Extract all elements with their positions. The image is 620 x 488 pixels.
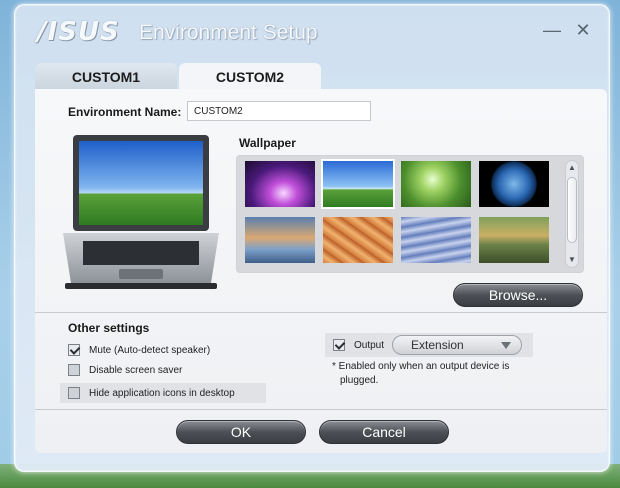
wallpaper-label: Wallpaper bbox=[239, 136, 296, 150]
output-note-line2: plugged. bbox=[340, 375, 379, 386]
environment-setup-window: /ISUS Environment Setup — ✕ CUSTOM1 CUST… bbox=[14, 4, 610, 472]
ok-button[interactable]: OK bbox=[176, 420, 306, 444]
environment-name-input[interactable] bbox=[187, 101, 371, 121]
tab-bar: CUSTOM1 CUSTOM2 bbox=[35, 63, 323, 91]
wallpaper-thumb-green-field[interactable] bbox=[321, 159, 395, 209]
wallpaper-thumb-temple[interactable] bbox=[479, 217, 549, 263]
output-note-line1: * Enabled only when an output device is bbox=[332, 361, 510, 372]
browse-button[interactable]: Browse... bbox=[453, 283, 583, 307]
wallpaper-thumb-purple-aurora[interactable] bbox=[245, 161, 315, 207]
mute-option[interactable]: Mute (Auto-detect speaker) bbox=[68, 340, 210, 360]
scroll-thumb[interactable] bbox=[567, 177, 577, 243]
tab-custom2[interactable]: CUSTOM2 bbox=[179, 63, 321, 91]
laptop-preview bbox=[63, 135, 219, 289]
output-note: * Enabled only when an output device is … bbox=[332, 360, 542, 388]
scroll-up-icon[interactable]: ▲ bbox=[566, 162, 578, 174]
wallpaper-thumb-blue-orange[interactable] bbox=[245, 217, 315, 263]
gallery-scrollbar[interactable]: ▲ ▼ bbox=[565, 160, 579, 268]
hide-icons-label: Hide application icons in desktop bbox=[89, 387, 235, 399]
tab-panel: Environment Name: CUSTOM2 Wallpaper ▲ ▼ … bbox=[35, 89, 607, 453]
divider bbox=[35, 312, 607, 313]
wallpaper-thumb-earth[interactable] bbox=[479, 161, 549, 207]
wallpaper-gallery: ▲ ▼ bbox=[236, 155, 584, 273]
mute-label: Mute (Auto-detect speaker) bbox=[89, 344, 211, 356]
divider-bottom bbox=[35, 409, 607, 410]
cancel-button[interactable]: Cancel bbox=[319, 420, 449, 444]
minimize-button[interactable]: — bbox=[543, 21, 561, 39]
mute-checkbox[interactable] bbox=[68, 344, 80, 356]
asus-logo: /ISUS bbox=[37, 17, 120, 47]
wallpaper-thumb-desert[interactable] bbox=[323, 217, 393, 263]
output-option: Output Extension bbox=[325, 333, 533, 357]
output-checkbox[interactable] bbox=[333, 339, 345, 351]
title-bar[interactable]: /ISUS Environment Setup — ✕ bbox=[15, 5, 611, 59]
hide-icons-option[interactable]: Hide application icons in desktop bbox=[60, 383, 266, 403]
disable-screensaver-label: Disable screen saver bbox=[89, 364, 183, 376]
close-button[interactable]: ✕ bbox=[574, 21, 592, 39]
scroll-down-icon[interactable]: ▼ bbox=[566, 254, 578, 266]
tab-custom1[interactable]: CUSTOM1 bbox=[35, 63, 177, 91]
wallpaper-thumb-green-leaf[interactable] bbox=[401, 161, 471, 207]
other-settings-label: Other settings bbox=[68, 321, 150, 335]
chevron-down-icon bbox=[501, 342, 512, 349]
output-label: Output bbox=[354, 339, 385, 351]
wallpaper-thumb-blue-waves[interactable] bbox=[401, 217, 471, 263]
output-mode-select[interactable]: Extension bbox=[392, 335, 523, 355]
environment-name-label: Environment Name: bbox=[68, 105, 182, 119]
hide-icons-checkbox[interactable] bbox=[68, 387, 80, 399]
disable-screensaver-checkbox[interactable] bbox=[68, 364, 80, 376]
disable-screensaver-option[interactable]: Disable screen saver bbox=[68, 360, 182, 380]
output-mode-value: Extension bbox=[411, 338, 464, 352]
window-title: Environment Setup bbox=[139, 21, 318, 44]
